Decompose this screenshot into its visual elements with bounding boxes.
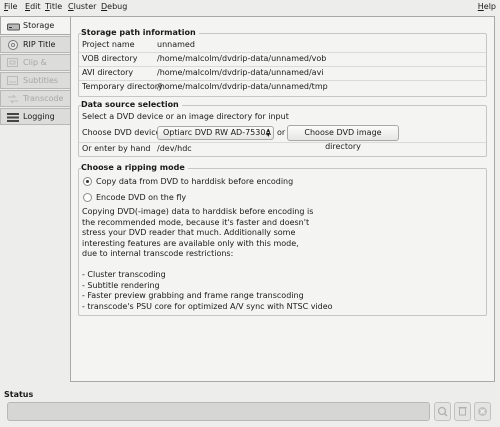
project-name-value[interactable]: unnamed	[157, 38, 195, 52]
ripping-mode-title: Choose a ripping mode	[81, 163, 188, 173]
menu-edit[interactable]: Edit	[25, 2, 41, 12]
status-search-button[interactable]	[434, 402, 451, 421]
menubar: File Edit Title Cluster Debug Help	[0, 0, 500, 14]
tab-subtitles[interactable]: Subtitles	[0, 72, 70, 89]
copy-mode-label[interactable]: Copy data from DVD to harddisk before en…	[96, 176, 293, 187]
data-source-hint: Select a DVD device or an image director…	[82, 112, 289, 121]
menu-cluster[interactable]: Cluster	[68, 2, 96, 12]
dvd-device-label: Choose DVD device	[82, 128, 161, 137]
disc-icon	[7, 40, 19, 50]
storage-path-title: Storage path information	[81, 28, 199, 38]
avi-directory-value[interactable]: /home/malcolm/dvdrip-data/unnamed/avi	[157, 66, 324, 80]
menu-help[interactable]: Help	[478, 2, 496, 12]
or-label: or	[277, 128, 286, 137]
project-name-label: Project name	[82, 40, 135, 49]
device-path-input[interactable]: /dev/hdc	[157, 142, 192, 156]
temporary-directory-value[interactable]: /home/malcolm/dvdrip-data/unnamed/tmp	[157, 80, 328, 94]
avi-directory-label: AVI directory	[82, 68, 134, 77]
updown-arrow-icon: ▴ ▾	[266, 126, 270, 139]
data-source-title: Data source selection	[81, 100, 182, 110]
choose-dvd-image-directory-button[interactable]: Choose DVD image directory	[287, 125, 399, 151]
on-the-fly-label[interactable]: Encode DVD on the fly	[96, 192, 186, 203]
notebook-tabs: Storage RIP Title Clip & Zoom Subtitles …	[0, 16, 70, 126]
ripping-mode-description: Copying DVD(-image) data to harddisk bef…	[82, 207, 333, 311]
subtitles-icon	[7, 76, 19, 86]
status-title: Status	[4, 390, 34, 399]
tab-clip-zoom[interactable]: Clip & Zoom	[0, 54, 70, 82]
status-clear-button[interactable]	[454, 402, 471, 421]
trash-icon	[455, 407, 470, 422]
clip-zoom-icon	[7, 58, 19, 68]
tab-transcode[interactable]: Transcode	[0, 90, 70, 107]
menu-debug[interactable]: Debug	[101, 2, 127, 12]
status-progress-field	[7, 402, 430, 421]
menu-file[interactable]: File	[4, 2, 17, 12]
enter-by-hand-label: Or enter by hand	[82, 144, 151, 153]
on-the-fly-radio[interactable]	[83, 193, 92, 202]
cancel-icon	[475, 407, 490, 422]
status-cancel-button[interactable]	[474, 402, 491, 421]
vob-directory-label: VOB directory	[82, 54, 138, 63]
tab-rip-title[interactable]: RIP Title	[0, 36, 70, 53]
magnifier-icon	[435, 406, 450, 422]
vob-directory-value[interactable]: /home/malcolm/dvdrip-data/unnamed/vob	[157, 52, 326, 66]
copy-mode-radio[interactable]	[83, 177, 92, 186]
tab-storage[interactable]: Storage	[0, 16, 70, 35]
temporary-directory-label: Temporary directory	[82, 82, 163, 91]
tab-logging[interactable]: Logging	[0, 108, 70, 125]
menu-title[interactable]: Title	[45, 2, 62, 12]
transcode-icon	[7, 94, 19, 104]
drive-icon	[7, 21, 20, 31]
dvd-device-select[interactable]: Optiarc DVD RW AD-7530A ▴ ▾	[157, 126, 274, 140]
list-icon	[7, 112, 19, 122]
